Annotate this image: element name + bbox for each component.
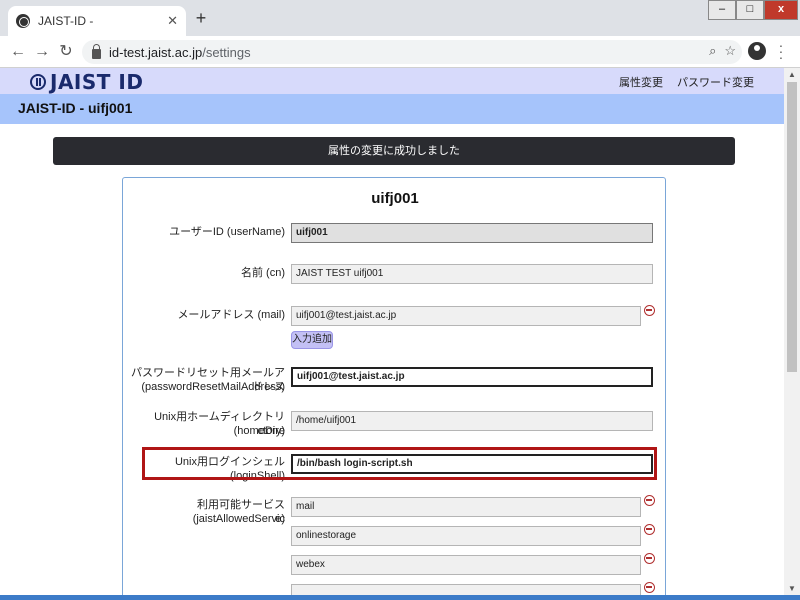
reset-mail-label-line2: (passwordResetMailAddress): [141, 381, 285, 393]
remove-service-icon[interactable]: [644, 495, 655, 506]
zoom-icon[interactable]: ⌕: [709, 43, 716, 59]
browser-toolbar: ← → ↻ id-test.jaist.ac.jp/settings ⌕ ☆: [0, 36, 800, 68]
logo-mark-icon: [30, 74, 46, 90]
nav-password-change[interactable]: パスワード変更: [677, 74, 754, 90]
close-tab-icon[interactable]: ✕: [167, 13, 178, 29]
tab-title: JAIST-ID -: [38, 14, 94, 28]
service-field-mail[interactable]: mail: [291, 497, 641, 517]
service-field-webex[interactable]: webex: [291, 555, 641, 575]
home-dir-field[interactable]: /home/uifj001: [291, 411, 653, 431]
remove-service-icon[interactable]: [644, 553, 655, 564]
page-scrollbar[interactable]: ▲ ▼: [784, 68, 800, 595]
browser-tab[interactable]: JAIST-ID - ✕: [8, 6, 186, 36]
mail-field[interactable]: uifj001@test.jaist.ac.jp: [291, 306, 641, 326]
url-text: id-test.jaist.ac.jp/settings: [109, 44, 251, 60]
forward-button[interactable]: →: [32, 42, 52, 62]
page-subheader: JAIST-ID - uifj001: [0, 94, 784, 124]
jaist-id-logo[interactable]: JAIST ID: [30, 70, 143, 94]
service-field-empty[interactable]: [291, 584, 641, 595]
success-flash-message: 属性の変更に成功しました: [53, 137, 735, 165]
scroll-down-icon[interactable]: ▼: [788, 584, 796, 593]
remove-service-icon[interactable]: [644, 524, 655, 535]
service-label-line2: e): [275, 513, 285, 525]
cn-label: 名前 (cn): [241, 267, 285, 279]
username-field: uifj001: [291, 223, 653, 243]
add-input-button[interactable]: 入力追加: [291, 331, 333, 349]
mail-label: メールアドレス (mail): [177, 309, 285, 321]
address-bar[interactable]: id-test.jaist.ac.jp/settings ⌕ ☆: [82, 40, 742, 64]
minimize-button[interactable]: –: [708, 0, 736, 20]
scrollbar-thumb[interactable]: [787, 82, 797, 372]
reload-button[interactable]: ↻: [56, 42, 76, 62]
window-close-button[interactable]: x: [764, 0, 798, 20]
header-nav: 属性変更 パスワード変更: [619, 74, 754, 90]
maximize-button[interactable]: □: [736, 0, 764, 20]
new-tab-button[interactable]: +: [192, 9, 210, 28]
lock-icon: [92, 43, 101, 59]
home-dir-label-line2: ctory): [257, 425, 286, 437]
page-viewport: JAIST ID 属性変更 パスワード変更 JAIST-ID - uifj001…: [0, 68, 784, 595]
cn-field[interactable]: JAIST TEST uifj001: [291, 264, 653, 284]
reset-mail-field[interactable]: uifj001@test.jaist.ac.jp: [291, 367, 653, 387]
browser-titlebar: JAIST-ID - ✕ + – □ x: [0, 0, 800, 36]
remove-service-icon[interactable]: [644, 582, 655, 593]
page-title: JAIST-ID - uifj001: [18, 100, 133, 116]
nav-attribute-change[interactable]: 属性変更: [619, 74, 663, 90]
star-icon[interactable]: ☆: [724, 43, 736, 59]
back-button[interactable]: ←: [8, 42, 28, 62]
username-label: ユーザーID (userName): [169, 226, 285, 238]
login-shell-highlight-box: [142, 447, 657, 480]
scroll-up-icon[interactable]: ▲: [788, 70, 796, 79]
browser-menu-icon[interactable]: · · ·: [776, 38, 786, 64]
window-controls: – □ x: [708, 0, 798, 20]
profile-avatar-icon[interactable]: [748, 42, 766, 60]
site-header: JAIST ID 属性変更 パスワード変更: [0, 68, 784, 94]
settings-form: uifj001 ユーザーID (userName) uifj001 名前 (cn…: [122, 177, 666, 595]
logo-text: JAIST ID: [50, 70, 144, 94]
globe-icon: [16, 14, 30, 28]
remove-mail-icon[interactable]: [644, 305, 655, 316]
form-title: uifj001: [371, 190, 419, 207]
service-field-onlinestorage[interactable]: onlinestorage: [291, 526, 641, 546]
